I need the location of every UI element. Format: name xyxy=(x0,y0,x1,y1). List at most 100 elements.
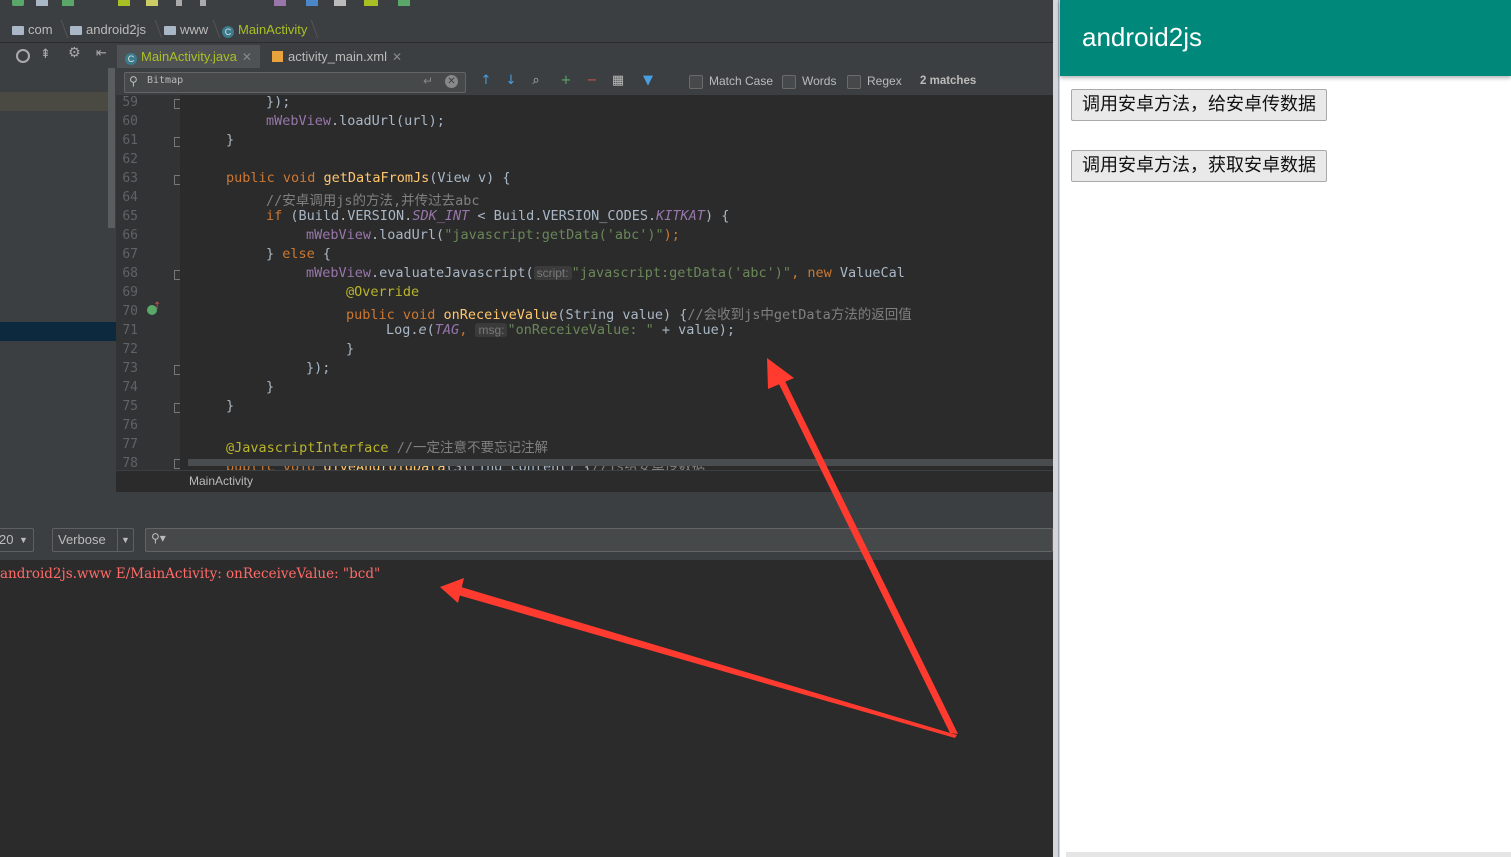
close-icon[interactable]: ✕ xyxy=(242,50,252,64)
folder-icon xyxy=(70,26,82,35)
breadcrumb-item[interactable]: android2js xyxy=(70,22,146,37)
code-line-71: Log.e(TAG, msg: "onReceiveValue: " + valu… xyxy=(386,322,736,338)
hide-icon[interactable]: ⇤ xyxy=(96,46,107,61)
code-line-61: } xyxy=(226,132,235,148)
app-bar: android2js xyxy=(1060,0,1511,76)
line-number: 65 xyxy=(122,209,138,224)
code-editor[interactable]: }); mWebView.loadUrl(url); } public void… xyxy=(180,95,1053,470)
tool-icon[interactable] xyxy=(176,0,182,6)
regex-checkbox[interactable] xyxy=(847,75,861,89)
prev-match-icon[interactable]: ↑ xyxy=(478,73,494,89)
class-icon: C xyxy=(125,53,137,65)
gear-icon[interactable]: ⚙ xyxy=(68,45,81,61)
line-number: 69 xyxy=(122,285,138,300)
breadcrumb-separator xyxy=(146,20,163,38)
log-level-combo[interactable]: Verbose ▼ xyxy=(52,528,134,552)
words-checkbox[interactable] xyxy=(782,75,796,89)
logcat-output[interactable]: android2js.www E/MainActivity: onReceive… xyxy=(0,560,1053,857)
search-input[interactable]: ⚲ Bitmap ↵ ✕ xyxy=(124,72,466,93)
breadcrumb-item[interactable]: C MainActivity xyxy=(222,22,307,38)
code-line-63: public void getDataFromJs(View v) { xyxy=(226,170,511,186)
words-label: Words xyxy=(802,74,837,88)
close-icon[interactable]: ✕ xyxy=(392,50,402,64)
breadcrumb-item[interactable]: www xyxy=(164,22,208,37)
code-line-66: mWebView.loadUrl("javascript:getData('ab… xyxy=(306,227,680,243)
remove-selection-icon[interactable]: − xyxy=(584,73,600,89)
tool-icon[interactable] xyxy=(200,0,206,6)
match-case-checkbox[interactable] xyxy=(689,75,703,89)
debug-icon[interactable] xyxy=(36,0,48,6)
code-breadcrumb: MainActivity xyxy=(116,470,1053,493)
clear-icon[interactable]: ✕ xyxy=(445,75,458,88)
line-number: 71 xyxy=(122,323,138,338)
collapse-icon[interactable]: ⇞ xyxy=(40,47,51,62)
line-number: 77 xyxy=(122,437,138,452)
get-android-data-button[interactable]: 调用安卓方法，获取安卓数据 xyxy=(1071,150,1327,182)
line-number: 62 xyxy=(122,152,138,167)
code-line-59: }); xyxy=(266,95,291,110)
target-icon[interactable] xyxy=(16,49,30,63)
log-filter-input[interactable]: ⚲▾ xyxy=(145,528,1053,552)
layout-icon[interactable] xyxy=(306,0,318,6)
divider-line xyxy=(1058,0,1059,857)
monitor-icon[interactable] xyxy=(334,0,346,6)
match-case-label: Match Case xyxy=(709,74,774,88)
enter-icon[interactable]: ↵ xyxy=(423,74,433,88)
code-line-64: //安卓调用js的方法,并传过去abc xyxy=(266,193,480,209)
code-line-67: } else { xyxy=(266,246,332,262)
find-bar: ⚲ Bitmap ↵ ✕ ↑ ↓ ⌕ + − ▦ ▼ Match Case Wo… xyxy=(116,68,1053,96)
search-icon: ⚲▾ xyxy=(151,531,166,545)
line-number: 67 xyxy=(122,247,138,262)
app-title: android2js xyxy=(1082,22,1202,52)
plugin-icon[interactable] xyxy=(274,0,286,6)
code-line-68: mWebView.evaluateJavascript(script: "java… xyxy=(306,265,905,281)
run-icon[interactable] xyxy=(12,0,24,6)
breadcrumb-item[interactable]: com xyxy=(12,22,53,37)
folder-icon xyxy=(12,26,24,35)
line-number: 61 xyxy=(122,133,138,148)
process-combo[interactable]: 20 ▼ xyxy=(0,528,34,552)
code-line-72: } xyxy=(346,341,355,357)
android-icon[interactable] xyxy=(118,0,130,6)
panel-divider[interactable] xyxy=(1053,0,1060,857)
add-selection-icon[interactable]: + xyxy=(558,73,574,89)
current-row[interactable] xyxy=(0,322,116,341)
search-icon: ⚲ xyxy=(129,74,138,88)
next-match-icon[interactable]: ↓ xyxy=(503,73,519,89)
param-hint: script: xyxy=(533,266,572,280)
code-line-60: mWebView.loadUrl(url); xyxy=(266,113,445,129)
code-line-70: public void onReceiveValue(String value)… xyxy=(346,307,912,323)
log-line: android2js.www E/MainActivity: onReceive… xyxy=(0,566,381,582)
ms-icon[interactable] xyxy=(364,0,378,6)
project-panel xyxy=(0,68,116,492)
line-number: 74 xyxy=(122,380,138,395)
selected-row[interactable] xyxy=(0,92,108,111)
tab-activity-main-xml[interactable]: activity_main.xml ✕ xyxy=(264,45,410,68)
code-line-73: }); xyxy=(306,360,331,376)
select-all-icon[interactable]: ▦ xyxy=(610,73,626,89)
give-android-data-button[interactable]: 调用安卓方法，给安卓传数据 xyxy=(1071,89,1327,121)
implement-arrow-icon: ↑ xyxy=(153,301,162,312)
filter-icon[interactable]: ▼ xyxy=(640,73,656,89)
breadcrumb: com android2js www C MainActivity xyxy=(0,18,1053,43)
xml-icon xyxy=(272,51,283,62)
sdk-icon[interactable] xyxy=(146,0,158,6)
chevron-down-icon: ▼ xyxy=(19,535,28,545)
line-number: 78 xyxy=(122,456,138,470)
code-line-75: } xyxy=(226,398,235,414)
regex-label: Regex xyxy=(867,74,902,88)
code-breadcrumb-item[interactable]: MainActivity xyxy=(189,474,253,488)
tab-mainactivity[interactable]: C MainActivity.java ✕ xyxy=(117,45,260,68)
line-number: 60 xyxy=(122,114,138,129)
line-number: 73 xyxy=(122,361,138,376)
folder-icon xyxy=(164,26,176,35)
horizontal-scrollbar[interactable] xyxy=(188,459,1053,466)
find-all-icon[interactable]: ⌕ xyxy=(528,73,544,89)
class-icon: C xyxy=(222,26,234,38)
profiler-icon[interactable] xyxy=(398,0,410,6)
chevron-down-icon: ▼ xyxy=(117,529,130,551)
logcat-toolbar: 20 ▼ Verbose ▼ ⚲▾ xyxy=(0,520,1053,560)
scrollbar[interactable] xyxy=(108,68,115,228)
sync-icon[interactable] xyxy=(62,0,74,6)
device-bottom-bar xyxy=(1066,852,1511,857)
